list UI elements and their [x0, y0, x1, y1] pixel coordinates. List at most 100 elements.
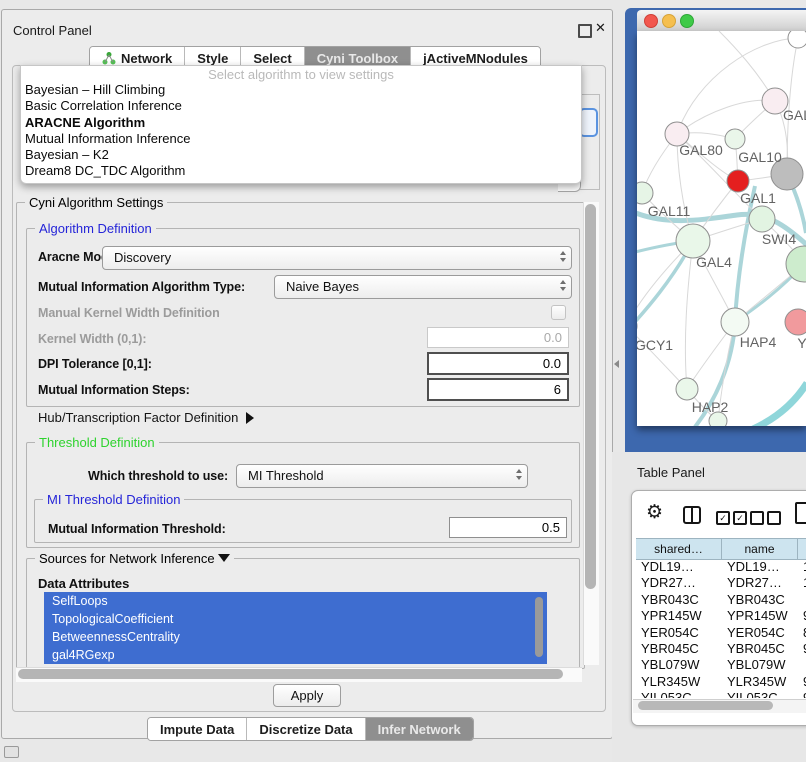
table-body: YDL19…YDL19…13YDR27…YDR27…12YBR043CYBR04…: [636, 559, 806, 698]
dpi-tolerance-label: DPI Tolerance [0,1]:: [38, 357, 152, 371]
table-cell: YER054C: [722, 625, 798, 641]
sources-group-label: Sources for Network Inference: [39, 551, 215, 566]
unchecked-box-icon: [750, 511, 764, 525]
close-traffic-icon[interactable]: [644, 14, 658, 28]
column-header-name[interactable]: name: [722, 539, 798, 559]
minimize-traffic-icon[interactable]: [662, 14, 676, 28]
network-node[interactable]: [749, 206, 775, 232]
network-node[interactable]: [676, 224, 710, 258]
table-row[interactable]: YIL053CYIL053C9.: [636, 690, 806, 698]
table-row[interactable]: YDR27…YDR27…12: [636, 575, 806, 591]
hidden-group-border: [599, 94, 600, 190]
table-cell: 12: [798, 575, 806, 591]
network-canvas[interactable]: GALGAL80GAL10GAL1GAL11SWI4GAL4HAP4YGCY1H…: [637, 31, 806, 426]
attribute-list-scrollbar[interactable]: [535, 597, 543, 657]
column-header-hidden[interactable]: [798, 539, 806, 559]
table-function-icon[interactable]: [795, 502, 806, 524]
algorithm-dropdown-placeholder: Select algorithm to view settings: [21, 67, 581, 82]
manual-kernel-checkbox[interactable]: [551, 305, 566, 320]
which-threshold-label: Which threshold to use:: [88, 469, 228, 483]
sources-group-title[interactable]: Sources for Network Inference: [35, 551, 234, 566]
expander-right-icon[interactable]: [246, 412, 254, 424]
aracne-mode-combobox[interactable]: Discovery: [102, 246, 572, 270]
deselect-all-columns-icon[interactable]: [750, 511, 781, 525]
table-cell: YBR045C: [722, 641, 798, 657]
tab-label: Infer Network: [378, 722, 461, 737]
dpi-tolerance-input[interactable]: [427, 352, 569, 375]
algorithm-option-mutual-information-inference[interactable]: Mutual Information Inference: [21, 131, 581, 147]
table-row[interactable]: YPR145WYPR145W9.: [636, 608, 806, 624]
table-cell: YBL079W: [722, 657, 798, 673]
network-node[interactable]: [637, 182, 653, 204]
network-node[interactable]: [785, 309, 806, 335]
table-cell: YLR345W: [722, 674, 798, 690]
close-panel-icon[interactable]: ✕: [595, 20, 606, 36]
node-label-gal1: GAL1: [740, 190, 776, 206]
checked-box-icon: ✓: [716, 511, 730, 525]
column-header-shared-[interactable]: shared…: [636, 539, 722, 559]
table-row[interactable]: YBR043CYBR043C: [636, 592, 806, 608]
table-cell: YDR27…: [636, 575, 722, 591]
collapse-down-icon[interactable]: [218, 554, 230, 562]
mi-type-combobox[interactable]: Naive Bayes: [274, 275, 572, 299]
table-cell: 8.: [798, 625, 806, 641]
table-settings-gear-icon[interactable]: ⚙: [646, 501, 663, 524]
attribute-item-topologicalcoefficient[interactable]: TopologicalCoefficient: [44, 610, 547, 628]
settings-vertical-scrollbar-thumb[interactable]: [585, 204, 596, 589]
network-window-titlebar[interactable]: [637, 10, 806, 32]
network-node[interactable]: [788, 31, 806, 48]
attribute-item-selfloops[interactable]: SelfLoops: [44, 592, 547, 610]
tab-impute-data[interactable]: Impute Data: [148, 718, 247, 740]
tab-discretize-data[interactable]: Discretize Data: [247, 718, 365, 740]
table-row[interactable]: YDL19…YDL19…13: [636, 559, 806, 575]
table-cell: 9.: [798, 641, 806, 657]
mi-threshold-input[interactable]: [449, 517, 567, 538]
network-node[interactable]: [721, 308, 749, 336]
table-row[interactable]: YER054CYER054C8.: [636, 625, 806, 641]
tab-label: jActiveMNodules: [423, 51, 528, 66]
table-cell: [798, 592, 806, 608]
apply-button[interactable]: Apply: [273, 684, 341, 707]
table-row[interactable]: YLR345WYLR345W9.: [636, 674, 806, 690]
float-window-icon[interactable]: [578, 24, 592, 38]
algorithm-option-bayesian-k2[interactable]: Bayesian – K2: [21, 147, 581, 163]
algorithm-dropdown-list: Bayesian – Hill ClimbingBasic Correlatio…: [21, 82, 581, 180]
network-node[interactable]: [725, 129, 745, 149]
table-row[interactable]: YBL079WYBL079W: [636, 657, 806, 673]
settings-horizontal-scrollbar-thumb[interactable]: [18, 669, 563, 679]
network-node[interactable]: [676, 378, 698, 400]
tab-label: Discretize Data: [259, 722, 352, 737]
checked-box-icon: ✓: [733, 511, 747, 525]
combobox-value: MI Threshold: [248, 468, 324, 483]
hub-definition-expander[interactable]: Hub/Transcription Factor Definition: [38, 410, 254, 425]
attribute-item-gal4rgexp[interactable]: gal4RGexp: [44, 646, 547, 664]
node-label-gal: GAL: [783, 107, 806, 123]
attribute-item-betweennesscentrality[interactable]: BetweennessCentrality: [44, 628, 547, 646]
zoom-traffic-icon[interactable]: [680, 14, 694, 28]
table-cell: YDR27…: [722, 575, 798, 591]
panel-grip-icon[interactable]: [4, 746, 19, 758]
node-label-gcy1: GCY1: [637, 337, 673, 353]
table-cell: YLR345W: [636, 674, 722, 690]
algorithm-dropdown-popup: Select algorithm to view settings Bayesi…: [20, 65, 582, 184]
group-title: Algorithm Definition: [35, 221, 156, 236]
tab-infer-network[interactable]: Infer Network: [366, 718, 473, 740]
table-row[interactable]: YBR045CYBR045C9.: [636, 641, 806, 657]
table-horizontal-scrollbar-thumb[interactable]: [638, 701, 773, 710]
show-columns-icon[interactable]: [683, 506, 701, 524]
which-threshold-combobox[interactable]: MI Threshold: [236, 464, 528, 488]
unchecked-box-icon: [767, 511, 781, 525]
algorithm-option-aracne-algorithm[interactable]: ARACNE Algorithm: [21, 115, 581, 131]
algorithm-option-basic-correlation-inference[interactable]: Basic Correlation Inference: [21, 98, 581, 114]
select-all-columns-icon[interactable]: ✓ ✓: [716, 511, 747, 525]
algorithm-option-dream8-dc-tdc-algorithm[interactable]: Dream8 DC_TDC Algorithm: [21, 163, 581, 179]
cyni-bottom-tab-bar: Impute Data Discretize Data Infer Network: [147, 717, 474, 741]
node-label-y: Y: [797, 335, 806, 351]
algorithm-option-bayesian-hill-climbing[interactable]: Bayesian – Hill Climbing: [21, 82, 581, 98]
mi-steps-input[interactable]: [427, 378, 569, 401]
splitter-collapse-icon[interactable]: [614, 360, 619, 368]
table-header-row: shared…name: [636, 538, 806, 560]
network-node[interactable]: [727, 170, 749, 192]
control-panel-title: Control Panel: [13, 23, 92, 38]
kernel-width-input[interactable]: [427, 327, 569, 348]
